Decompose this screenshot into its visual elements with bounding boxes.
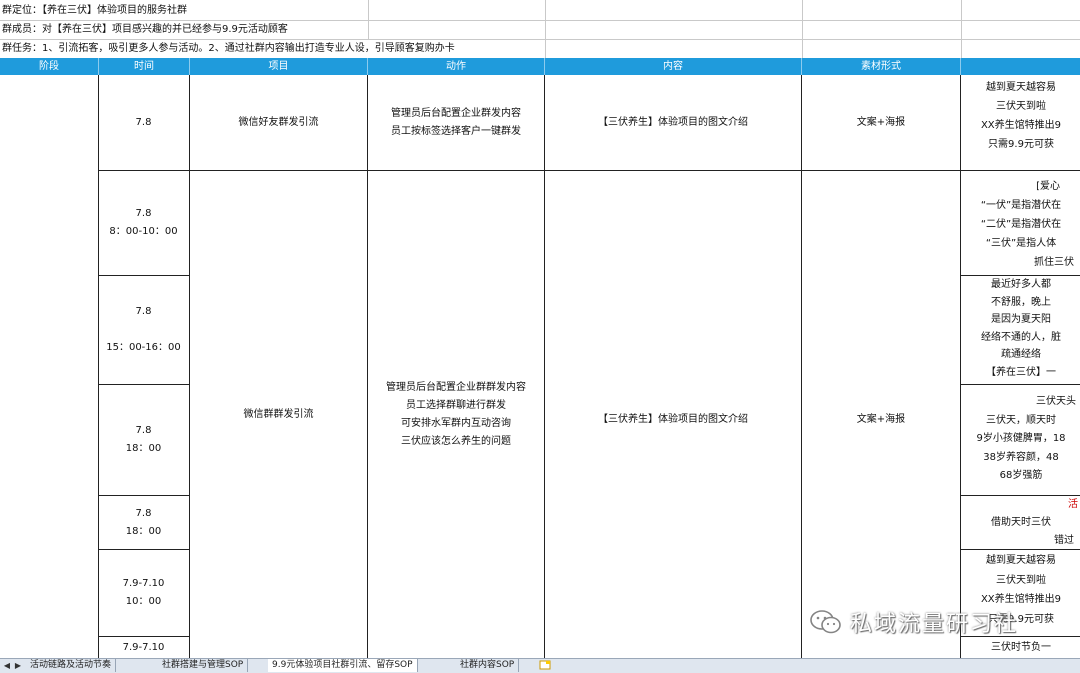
sheet-tab[interactable]: 活动链路及活动节奏 [26, 659, 117, 672]
group-members-cell[interactable]: 群成员：对【养在三伏】项目感兴趣的并已经参与9.9元活动顾客 [0, 21, 288, 39]
group-task-cell[interactable]: 群任务：1、引流拓客，吸引更多人参与活动。2、通过社群内容输出打造专业人设，引导… [0, 40, 455, 58]
gridline [0, 20, 1080, 21]
time-cell[interactable]: 7.8 18：00 [99, 385, 188, 495]
header-content[interactable]: 内容 [545, 58, 802, 75]
time-cell[interactable]: 7.8 8：00-10：00 [99, 171, 188, 275]
copy-cell[interactable]: 活 借助天时三伏 错过 [962, 496, 1080, 550]
gridline [0, 39, 1080, 40]
sheet-tab-active[interactable]: 9.9元体验项目社群引流、留存SOP [268, 659, 418, 672]
copy-cell[interactable]: [爱心 “一伏”是指潜伏在 “二伏”是指潜伏在 “三伏”是指人体 抓住三伏 [962, 177, 1080, 272]
header-copy[interactable] [961, 58, 1080, 75]
gridline [961, 0, 962, 58]
action-cell[interactable]: 管理员后台配置企业群群发内容 员工选择群聊进行群发 可安排水军群内互动咨询 三伏… [368, 171, 544, 658]
gridline [802, 0, 803, 58]
next-sheet-button[interactable]: ▶ [13, 660, 23, 672]
copy-cell[interactable]: 三伏时节负一 [962, 638, 1080, 657]
material-cell[interactable]: 文案+海报 [802, 171, 960, 658]
header-stage[interactable]: 阶段 [0, 58, 99, 75]
content-cell[interactable]: 【三伏养生】体验项目的图文介绍 [545, 171, 801, 658]
copy-cell[interactable]: 越到夏天越容易 三伏天到啦 XX养生馆特推出9 只需9.9元可获 [962, 78, 1080, 154]
time-cell[interactable]: 7.8 15：00-16：00 [99, 276, 188, 384]
sheet-tab-bar: ◀ ▶ 活动链路及活动节奏 社群搭建与管理SOP 9.9元体验项目社群引流、留存… [0, 658, 1080, 673]
new-sheet-icon[interactable] [538, 660, 552, 672]
material-cell[interactable]: 文案+海报 [802, 76, 960, 170]
copy-cell[interactable]: 最近好多人都 不舒服，晚上 是因为夏天阳 经络不通的人，脏 疏通经络 【养在三伏… [962, 276, 1080, 381]
header-action[interactable]: 动作 [368, 58, 545, 75]
copy-cell[interactable]: 三伏天头 三伏天，顺天时 9岁小孩健脾胃，18 38岁养容颜，48 68岁强筋 [962, 393, 1080, 486]
watermark-text: 私域流量研习社 [850, 612, 1019, 637]
row-border [960, 384, 1080, 385]
time-cell[interactable]: 7.9-7.10 [99, 637, 188, 658]
wechat-icon [810, 610, 841, 634]
watermark: 私域流量研习社 [808, 607, 1018, 637]
action-cell[interactable]: 管理员后台配置企业群发内容 员工按标签选择客户一键群发 [368, 76, 544, 170]
sheet-tab[interactable]: 社群搭建与管理SOP [158, 659, 249, 672]
header-time[interactable]: 时间 [99, 58, 190, 75]
spreadsheet-area: 群定位：【养在三伏】体验项目的服务社群 群成员：对【养在三伏】项目感兴趣的并已经… [0, 0, 1080, 658]
group-positioning-cell[interactable]: 群定位：【养在三伏】体验项目的服务社群 [0, 2, 187, 20]
gridline [545, 0, 546, 58]
content-cell[interactable]: 【三伏养生】体验项目的图文介绍 [545, 76, 801, 170]
sheet-tab[interactable]: 社群内容SOP [456, 659, 520, 672]
column-header-row: 阶段 时间 项目 动作 内容 素材形式 [0, 58, 1080, 75]
header-material[interactable]: 素材形式 [802, 58, 961, 75]
gridline [368, 0, 369, 39]
project-cell[interactable]: 微信好友群发引流 [190, 76, 367, 170]
project-cell[interactable]: 微信群群发引流 [190, 171, 367, 658]
time-cell[interactable]: 7.8 [99, 76, 188, 170]
header-project[interactable]: 项目 [190, 58, 368, 75]
prev-sheet-button[interactable]: ◀ [2, 660, 12, 672]
time-cell[interactable]: 7.8 18：00 [99, 496, 188, 549]
time-cell[interactable]: 7.9-7.10 10：00 [99, 550, 188, 636]
gridline [960, 75, 961, 658]
